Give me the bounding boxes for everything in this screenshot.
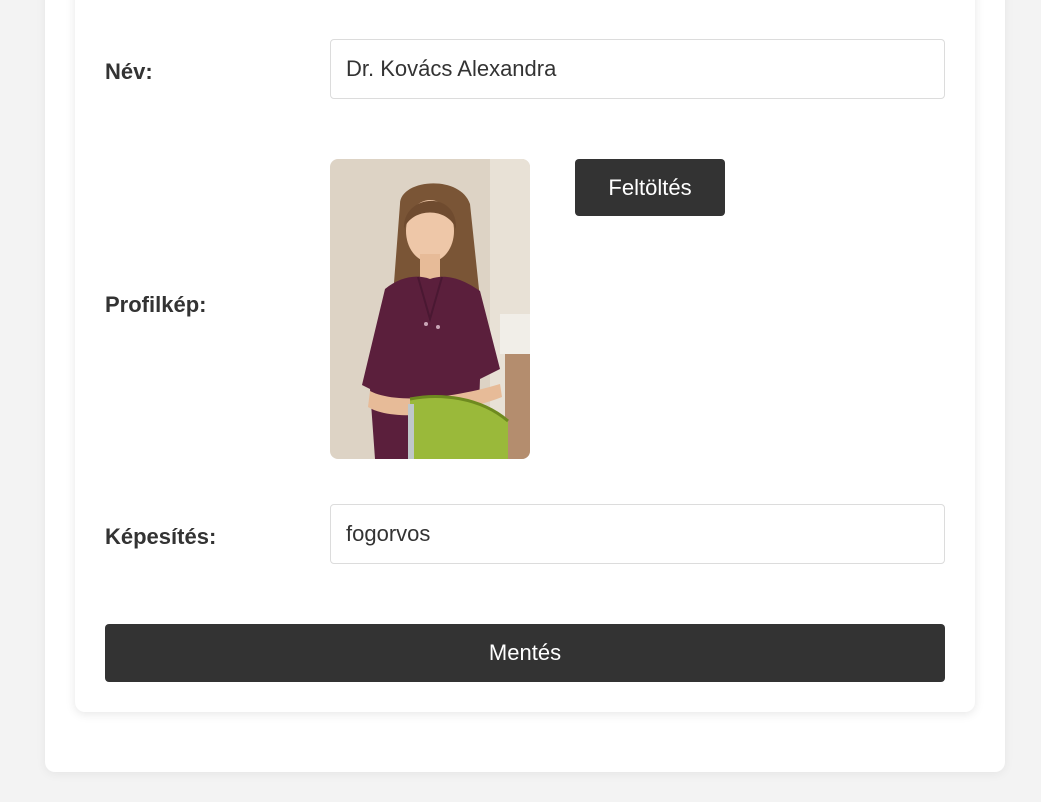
profile-picture-label: Profilkép: [105,292,207,317]
qualification-input[interactable] [330,504,945,564]
name-input[interactable] [330,39,945,99]
profile-photo [330,159,530,459]
name-label: Név: [105,59,153,84]
upload-button[interactable]: Feltöltés [575,159,725,216]
save-button[interactable]: Mentés [105,624,945,682]
profile-photo-illustration [330,159,530,459]
qualification-label: Képesítés: [105,524,217,549]
